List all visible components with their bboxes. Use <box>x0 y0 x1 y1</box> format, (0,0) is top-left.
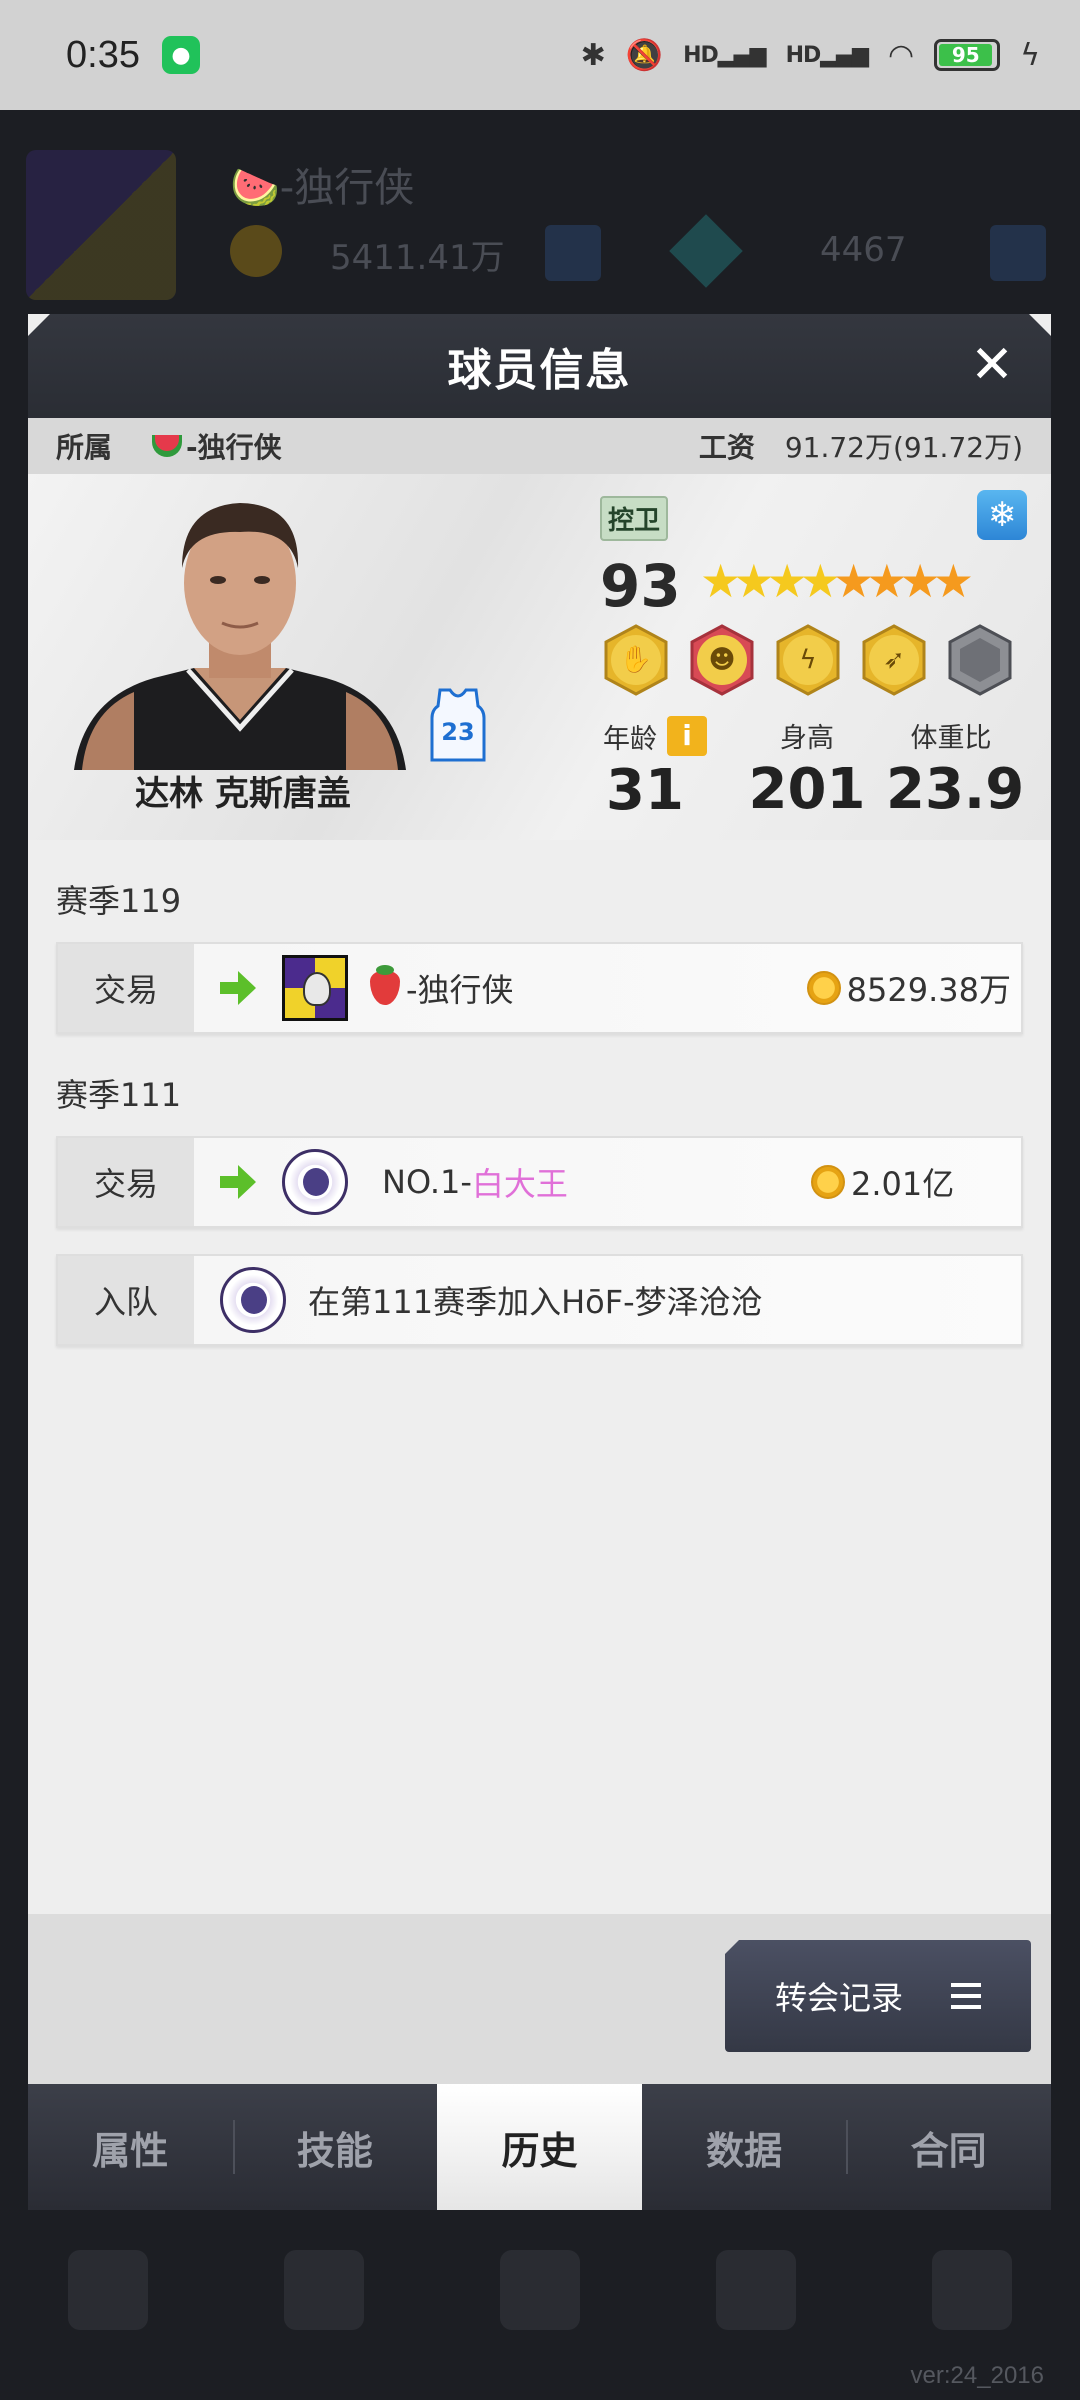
background-nav-icon <box>932 2250 1012 2330</box>
background-add-gems-button <box>990 225 1046 281</box>
salary: 工资 91.72万(91.72万) <box>699 426 1023 466</box>
weight-ratio-value: 23.9 <box>886 757 1025 822</box>
wechat-icon: ● <box>161 36 200 74</box>
season-label: 赛季119 <box>56 882 182 920</box>
tab-skills[interactable]: 技能 <box>232 2084 438 2210</box>
age-value: 31 <box>606 758 684 823</box>
close-icon[interactable]: ✕ <box>963 336 1021 394</box>
team-logo <box>282 1149 348 1215</box>
star-rating: ★ ★ ★ ★ ★ ★ ★ ★ <box>700 556 974 606</box>
affiliation-team: -独行侠 <box>152 426 282 466</box>
transfer-record-button[interactable]: 转会记录 <box>725 1940 1031 2052</box>
weight-ratio-stat: 体重比 23.9 <box>886 716 1025 822</box>
snowflake-icon[interactable]: ❄ <box>977 490 1027 540</box>
salary-label: 工资 <box>698 431 755 464</box>
record-type: 入队 <box>58 1256 194 1344</box>
tab-history[interactable]: 历史 <box>437 2084 642 2210</box>
height-stat: 身高 201 <box>742 716 872 822</box>
history-list: 赛季119 交易 -独行侠 8529.38万 赛季111 交易 NO.1- 白大… <box>28 876 1051 1346</box>
history-row-trade[interactable]: 交易 NO.1- 白大王 2.01亿 <box>56 1136 1023 1228</box>
battery-icon: 95 <box>934 39 1001 71</box>
signal-1-icon: HD▂▄▆ <box>683 42 766 68</box>
dialog-title: 球员信息 <box>447 345 632 396</box>
background-money: 5411.41万 <box>330 238 505 278</box>
record-body: -独行侠 8529.38万 <box>194 944 1021 1032</box>
background-gem-icon <box>669 214 743 288</box>
charging-icon: ϟ <box>1020 37 1040 73</box>
position-badge: 控卫 <box>600 496 669 541</box>
background-coin-icon <box>230 225 282 277</box>
team-logo <box>220 1267 286 1333</box>
background-gems: 4467 <box>820 230 907 270</box>
height-label: 身高 <box>780 723 834 754</box>
background-nav-icon <box>500 2250 580 2330</box>
star-orange-icon: ★ <box>932 554 974 608</box>
arrow-right-icon <box>220 1165 256 1199</box>
transfer-record-label: 转会记录 <box>774 1979 903 2017</box>
history-row-trade[interactable]: 交易 -独行侠 8529.38万 <box>56 942 1023 1034</box>
strawberry-icon <box>370 965 400 1005</box>
age-stat: 年龄 i 31 <box>600 716 710 823</box>
record-type: 交易 <box>58 944 194 1032</box>
team-logo <box>282 955 348 1021</box>
coin-icon <box>811 1165 845 1199</box>
salary-value: 91.72万(91.72万) <box>784 431 1023 464</box>
player-portrait <box>74 503 406 770</box>
overall-rating: 93 <box>600 552 681 620</box>
affiliation-bar: 所属 -独行侠 工资 91.72万(91.72万) <box>28 418 1051 474</box>
history-row-join[interactable]: 入队 在第111赛季加入HōF-梦泽沧沧 <box>56 1254 1023 1346</box>
coin-icon <box>806 971 841 1005</box>
dialog-footer: 转会记录 <box>28 1914 1051 2084</box>
mute-icon: 🔕 <box>625 37 664 73</box>
record-team: NO.1- 白大王 <box>382 1163 568 1203</box>
background-nav-icon <box>716 2250 796 2330</box>
watermelon-icon <box>152 435 183 457</box>
locked-skill-icon[interactable] <box>944 624 1016 696</box>
tab-bar: 属性 技能 历史 数据 合同 <box>28 2084 1051 2210</box>
dialog-header: 球员信息 ✕ <box>28 314 1051 418</box>
age-label: 年龄 <box>603 723 657 755</box>
jersey-icon: 23 <box>430 688 486 762</box>
player-card: 达林 克斯唐盖 23 控卫 ❄ 93 ★ ★ ★ ★ ★ ★ ★ ★ ✋ ☻ ϟ ➶ <box>28 474 1051 840</box>
player-info-dialog: 球员信息 ✕ 所属 -独行侠 工资 91.72万(91.72万) 达林 克斯唐盖 <box>28 314 1051 2210</box>
tab-contract[interactable]: 合同 <box>846 2084 1051 2210</box>
player-name: 达林 克斯唐盖 <box>135 774 351 814</box>
rebound-skill-icon[interactable]: ☻ <box>686 624 758 696</box>
tab-attributes[interactable]: 属性 <box>28 2084 233 2210</box>
info-icon[interactable]: i <box>667 716 707 756</box>
status-bar: 0:35 ● ✱ 🔕 HD▂▄▆ HD▂▄▆ ◠ 95 ϟ <box>0 0 1080 110</box>
dunk-skill-icon[interactable]: ➶ <box>858 624 930 696</box>
record-fee: 2.01亿 <box>811 1159 1021 1205</box>
defense-skill-icon[interactable]: ✋ <box>600 624 672 696</box>
record-body: NO.1- 白大王 2.01亿 <box>194 1138 1021 1226</box>
bluetooth-icon: ✱ <box>580 37 606 73</box>
version-label: ver:24_2016 <box>910 2362 1044 2389</box>
record-type: 交易 <box>58 1138 194 1226</box>
tab-stats[interactable]: 数据 <box>642 2084 847 2210</box>
arrow-right-icon <box>220 971 256 1005</box>
menu-icon <box>951 1983 981 2009</box>
background-nav-icon <box>284 2250 364 2330</box>
affiliation-label: 所属 <box>56 431 113 464</box>
jersey-number: 23 <box>441 718 474 746</box>
background-team-logo <box>26 150 176 300</box>
record-team: -独行侠 <box>370 965 514 1011</box>
background-add-money-button <box>545 225 601 281</box>
record-body: 在第111赛季加入HōF-梦泽沧沧 <box>194 1256 1021 1344</box>
battery-level: 95 <box>939 43 993 67</box>
background-team-name: 🍉-独行侠 <box>230 165 415 211</box>
join-text: 在第111赛季加入HōF-梦泽沧沧 <box>308 1283 763 1321</box>
record-fee: 8529.38万 <box>806 965 1021 1011</box>
background-nav-icon <box>68 2250 148 2330</box>
wifi-icon: ◠ <box>888 37 915 73</box>
speed-skill-icon[interactable]: ϟ <box>772 624 844 696</box>
status-icons: ✱ 🔕 HD▂▄▆ HD▂▄▆ ◠ 95 ϟ <box>581 38 1040 73</box>
height-value: 201 <box>748 757 866 822</box>
status-time: 0:35 <box>66 33 140 76</box>
signal-2-icon: HD▂▄▆ <box>785 42 869 68</box>
season-label: 赛季111 <box>56 1076 182 1114</box>
skill-badges: ✋ ☻ ϟ ➶ <box>600 624 1016 696</box>
weight-ratio-label: 体重比 <box>910 723 992 754</box>
